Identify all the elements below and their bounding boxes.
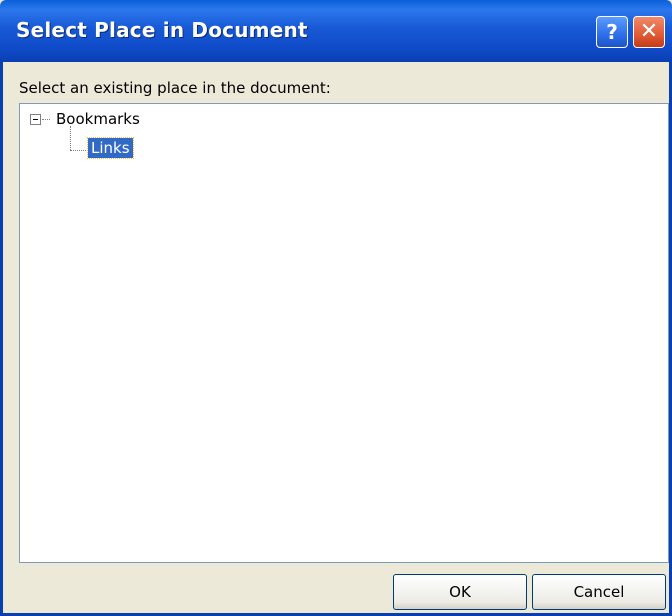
prompt-label: Select an existing place in the document… xyxy=(19,79,331,97)
tree-connector-child xyxy=(70,150,86,151)
window-frame-left xyxy=(0,62,3,616)
tree-node-bookmarks[interactable]: Bookmarks xyxy=(56,110,140,128)
window-title: Select Place in Document xyxy=(16,18,308,42)
collapse-icon[interactable] xyxy=(30,114,41,125)
tree-node-links[interactable]: Links xyxy=(87,137,134,159)
close-button[interactable]: ✕ xyxy=(633,16,665,48)
place-tree[interactable]: Bookmarks Links xyxy=(19,103,669,563)
title-bar[interactable]: Select Place in Document ? ✕ xyxy=(0,0,672,62)
tree-connector-vertical xyxy=(70,126,71,150)
ok-button[interactable]: OK xyxy=(393,574,527,610)
cancel-button[interactable]: Cancel xyxy=(532,574,666,610)
help-button[interactable]: ? xyxy=(596,16,628,48)
tree-connector xyxy=(42,119,50,120)
